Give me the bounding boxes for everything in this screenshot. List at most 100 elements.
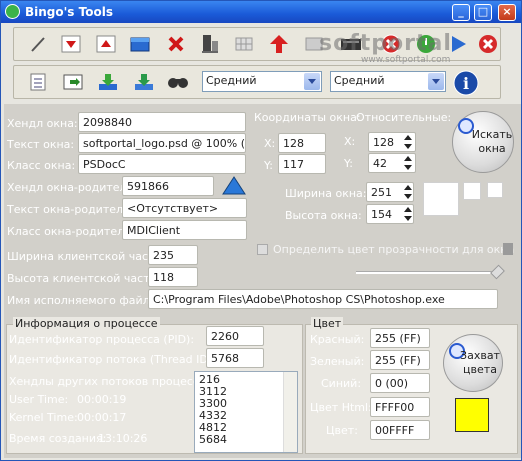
html-color-field[interactable]: FFFF00 xyxy=(370,397,430,417)
win-width-label: Ширина окна: xyxy=(285,187,367,200)
export-icon[interactable] xyxy=(61,71,85,93)
pid-field[interactable]: 2260 xyxy=(206,326,264,346)
rel-y-label: Y: xyxy=(344,157,353,170)
process-title: Информация о процессе xyxy=(13,317,160,330)
binoculars-icon[interactable] xyxy=(166,71,190,93)
text-label: Текст окна: xyxy=(7,138,75,151)
transparency-color xyxy=(503,243,513,255)
handle-label: Хендл окна: xyxy=(7,117,78,130)
tid-label: Идентификатор потока (Thread ID): xyxy=(9,353,216,366)
parent-up-icon[interactable] xyxy=(221,175,247,197)
size-select-1[interactable]: Средний xyxy=(202,71,322,92)
created-label: Время создания: xyxy=(9,432,107,445)
rel-y-spinner[interactable] xyxy=(403,154,413,172)
rel-x-spinner[interactable] xyxy=(403,133,413,151)
handles-label: Хендлы других потоков процесса: xyxy=(9,375,210,388)
arrow-down-red-icon[interactable] xyxy=(59,33,83,55)
transparency-label: Определить цвет прозрачности для окна xyxy=(273,243,515,256)
chevron-down-icon[interactable] xyxy=(428,73,444,90)
preview-small xyxy=(487,182,503,198)
arrow-up-red-icon[interactable] xyxy=(94,33,118,55)
capture-color-label: Захват цвета xyxy=(460,349,500,376)
info-icon[interactable]: i xyxy=(452,69,480,97)
red-label: Красный: xyxy=(310,333,365,346)
kernel-time-label: Kernel Time: xyxy=(9,411,78,424)
computer-icon[interactable] xyxy=(198,33,222,55)
list-item[interactable]: 5684 xyxy=(199,434,293,446)
list-icon[interactable] xyxy=(26,71,50,93)
handles-list[interactable]: 216 3112 3300 4332 4812 5684 xyxy=(194,371,298,453)
handles-scrollbar[interactable] xyxy=(283,372,297,452)
color-field[interactable]: 00FFFF xyxy=(370,420,430,440)
text-field[interactable]: softportal_logo.psd @ 100% (www xyxy=(78,133,246,153)
client-width-field[interactable]: 235 xyxy=(148,245,198,265)
chevron-down-icon[interactable] xyxy=(304,73,320,90)
size-select-1-value: Средний xyxy=(206,74,257,87)
parent-text-field[interactable]: <Отсутствует> xyxy=(122,198,247,218)
preview-large xyxy=(423,182,459,216)
client-height-field[interactable]: 118 xyxy=(148,267,198,287)
html-color-label: Цвет Html: xyxy=(310,401,372,414)
relative-title: Относительные: xyxy=(356,111,452,124)
color-label: Цвет: xyxy=(326,424,358,437)
preview-medium xyxy=(463,182,481,200)
color-title: Цвет xyxy=(311,317,344,330)
client-width-label: Ширина клиентской части xyxy=(7,250,162,263)
user-time-value: 00:00:19 xyxy=(77,393,127,406)
win-height-spinner[interactable] xyxy=(403,205,413,223)
toolbar-secondary: Средний Средний i xyxy=(13,65,501,99)
parent-handle-field[interactable]: 591866 xyxy=(122,176,214,196)
parent-class-label: Класс окна-родителя: xyxy=(7,225,135,238)
class-label: Класс окна: xyxy=(7,159,76,172)
app-icon xyxy=(5,4,20,19)
window-icon[interactable] xyxy=(128,33,152,55)
up-arrow-icon[interactable] xyxy=(267,33,291,55)
kernel-time-value: 00:00:17 xyxy=(77,411,127,424)
find-window-button[interactable]: Искать окна xyxy=(452,111,514,173)
parent-handle-label: Хендл окна-родителя: xyxy=(7,181,137,194)
red-field[interactable]: 255 (FF) xyxy=(370,328,430,348)
color-swatch xyxy=(455,398,489,432)
tid-field[interactable]: 5768 xyxy=(206,348,264,368)
x-field[interactable]: 128 xyxy=(278,133,326,153)
class-field[interactable]: PSDocC xyxy=(78,154,246,174)
maximize-button[interactable]: □ xyxy=(474,4,492,21)
exit-icon[interactable] xyxy=(476,33,500,55)
app-window: Bingo's Tools _ □ × Средний Средний i so… xyxy=(0,0,522,461)
transparency-checkbox[interactable] xyxy=(257,244,268,255)
grid-icon[interactable] xyxy=(232,33,256,55)
size-select-2-value: Средний xyxy=(334,74,385,87)
y-field[interactable]: 117 xyxy=(278,154,326,174)
exe-field[interactable]: C:\Program Files\Adobe\Photoshop CS\Phot… xyxy=(148,289,498,309)
y-label: Y: xyxy=(264,159,273,172)
blue-label: Синий: xyxy=(321,377,362,390)
delete-icon[interactable] xyxy=(164,33,188,55)
exe-label: Имя исполняемого файла: xyxy=(7,294,161,307)
win-height-label: Высота окна: xyxy=(285,209,362,222)
coords-title: Координаты окна: xyxy=(254,111,361,124)
x-label: X: xyxy=(264,137,276,150)
pen-icon[interactable] xyxy=(26,33,50,55)
capture-color-button[interactable]: Захват цвета xyxy=(443,334,503,392)
install-icon[interactable] xyxy=(132,71,156,93)
title-bar: Bingo's Tools _ □ × xyxy=(1,1,521,23)
close-button[interactable]: × xyxy=(498,4,516,21)
watermark-brand: softportal xyxy=(319,31,452,56)
find-window-label: Искать окна xyxy=(471,128,513,155)
client-height-label: Высота клиентской части xyxy=(7,272,157,285)
pid-label: Идентификатор процесса (PID): xyxy=(9,333,195,346)
size-select-2[interactable]: Средний xyxy=(330,71,446,92)
created-value: 13:10:26 xyxy=(98,432,148,445)
transparency-slider[interactable] xyxy=(356,271,501,274)
rel-x-label: X: xyxy=(344,135,356,148)
download-icon[interactable] xyxy=(96,71,120,93)
window-title: Bingo's Tools xyxy=(25,5,113,19)
green-field[interactable]: 255 (FF) xyxy=(370,350,430,370)
handle-field[interactable]: 2098840 xyxy=(78,112,246,132)
blue-field[interactable]: 0 (00) xyxy=(370,373,430,393)
parent-class-field[interactable]: MDIClient xyxy=(122,220,247,240)
minimize-button[interactable]: _ xyxy=(452,4,470,21)
win-width-spinner[interactable] xyxy=(403,183,413,201)
watermark-url: www.softportal.com xyxy=(361,55,451,65)
user-time-label: User Time: xyxy=(9,393,69,406)
